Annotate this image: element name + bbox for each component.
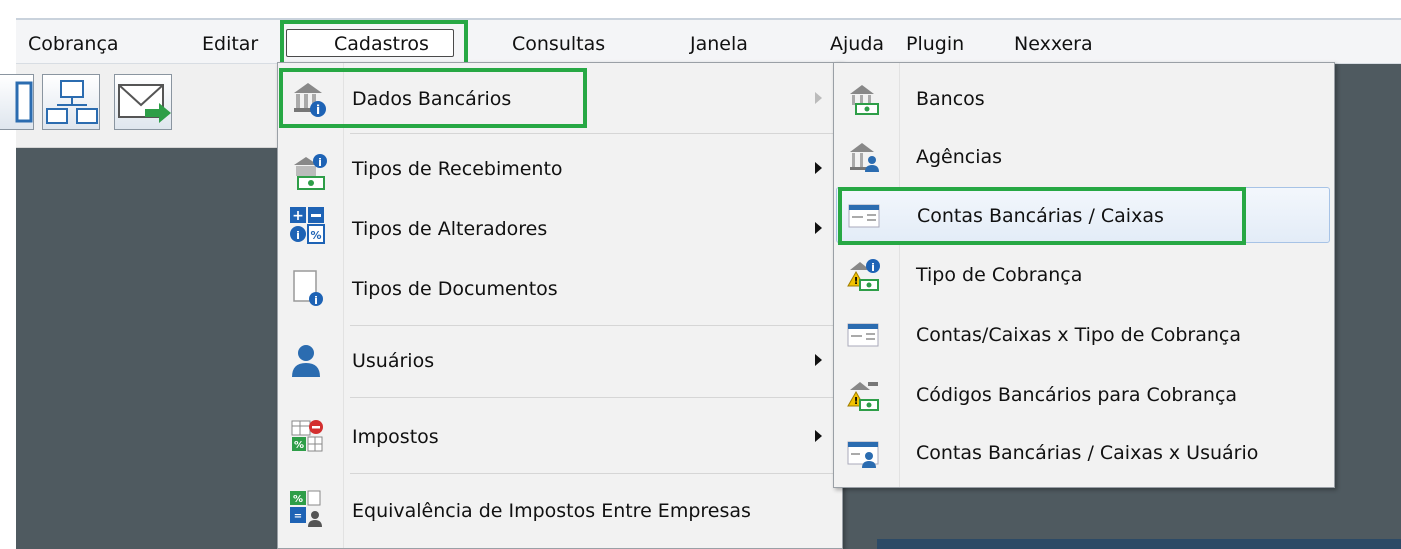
dados-bancarios-submenu: Bancos Agências Contas Bancárias / Caixa…	[833, 62, 1335, 488]
menu-item-tipos-alteradores[interactable]: + i% Tipos de Alteradores	[278, 199, 842, 259]
account-billing-icon	[846, 318, 880, 352]
svg-text:i: i	[316, 103, 320, 117]
svg-text:i: i	[318, 156, 322, 169]
submenu-item-agencias[interactable]: Agências	[836, 129, 1330, 185]
submenu-item-label: Agências	[916, 146, 1003, 168]
svg-text:!: !	[854, 396, 859, 407]
account-user-icon	[846, 436, 880, 470]
submenu-arrow-icon	[815, 222, 822, 234]
menu-item-usuarios[interactable]: Usuários	[278, 331, 842, 391]
cadastros-menu: i Dados Bancários i Tipos de Recebimento…	[277, 62, 843, 549]
network-icon[interactable]	[42, 74, 100, 130]
user-icon	[288, 341, 328, 381]
menu-item-label: Dados Bancários	[352, 88, 512, 110]
submenu-item-contas-tipo-cobranca[interactable]: Contas/Caixas x Tipo de Cobrança	[836, 307, 1330, 363]
menu-item-label: Impostos	[352, 426, 439, 448]
menu-item-label: Usuários	[352, 350, 435, 372]
menu-nexxera[interactable]: Nexxera	[1014, 30, 1093, 58]
menu-janela[interactable]: Janela	[690, 30, 748, 58]
menu-separator	[350, 473, 838, 474]
menu-bar: Cobrança Editar Cadastros Consultas Jane…	[16, 18, 1401, 64]
submenu-item-label: Tipo de Cobrança	[916, 264, 1083, 286]
menu-consultas[interactable]: Consultas	[512, 30, 605, 58]
menu-item-equivalencia-impostos[interactable]: % = Equivalência de Impostos Entre Empres…	[278, 481, 842, 541]
svg-text:+: +	[292, 208, 304, 224]
submenu-item-codigos-bancarios[interactable]: ! Códigos Bancários para Cobrança	[836, 367, 1330, 423]
svg-text:i: i	[314, 294, 318, 307]
submenu-arrow-icon	[815, 354, 822, 366]
menu-separator	[350, 325, 838, 326]
background-window-strip	[877, 539, 1401, 549]
submenu-item-label: Bancos	[916, 88, 985, 110]
svg-text:!: !	[854, 276, 859, 287]
receipt-type-icon: i	[288, 153, 328, 193]
submenu-item-contas-bancarias[interactable]: Contas Bancárias / Caixas	[836, 187, 1330, 243]
agency-icon	[846, 140, 880, 174]
submenu-arrow-icon	[815, 162, 822, 174]
tax-icon: %	[288, 417, 328, 457]
svg-text:%: %	[310, 229, 321, 242]
menu-item-label: Tipos de Documentos	[352, 278, 558, 300]
menu-cadastros[interactable]: Cadastros	[286, 29, 454, 57]
submenu-item-label: Contas Bancárias / Caixas x Usuário	[916, 442, 1259, 464]
menu-item-dados-bancarios[interactable]: i Dados Bancários	[278, 69, 842, 129]
submenu-arrow-icon	[815, 430, 822, 442]
menu-item-impostos[interactable]: % Impostos	[278, 407, 842, 467]
bank-info-icon: i	[288, 79, 328, 119]
submenu-item-bancos[interactable]: Bancos	[836, 71, 1330, 127]
menu-separator	[350, 397, 838, 398]
submenu-item-label: Contas Bancárias / Caixas	[917, 205, 1164, 227]
document-info-icon: i	[288, 269, 328, 309]
menu-item-label: Tipos de Recebimento	[352, 158, 563, 180]
svg-text:i: i	[871, 261, 875, 274]
submenu-arrow-icon	[815, 92, 822, 104]
menu-cobranca[interactable]: Cobrança	[28, 30, 119, 58]
menu-item-label: Tipos de Alteradores	[352, 218, 548, 240]
svg-text:=: =	[294, 511, 302, 522]
billing-type-icon: ! i	[846, 258, 880, 292]
submenu-item-tipo-cobranca[interactable]: ! i Tipo de Cobrança	[836, 247, 1330, 303]
bank-icon	[846, 82, 880, 116]
menu-plugin[interactable]: Plugin	[906, 30, 964, 58]
bank-account-icon	[847, 199, 881, 233]
top-strip	[0, 0, 1401, 18]
menu-item-tipos-recebimento[interactable]: i Tipos de Recebimento	[278, 139, 842, 199]
bank-codes-icon: !	[846, 378, 880, 412]
menu-separator	[350, 133, 838, 134]
menu-item-label: Equivalência de Impostos Entre Empresas	[352, 500, 751, 522]
mail-send-icon[interactable]	[114, 74, 172, 130]
toolbar	[0, 64, 278, 148]
menu-ajuda[interactable]: Ajuda	[830, 30, 884, 58]
svg-text:%: %	[294, 440, 304, 451]
submenu-item-contas-usuario[interactable]: Contas Bancárias / Caixas x Usuário	[836, 425, 1330, 481]
submenu-item-label: Contas/Caixas x Tipo de Cobrança	[916, 324, 1241, 346]
tax-equivalence-icon: % =	[288, 489, 328, 529]
menu-item-tipos-documentos[interactable]: i Tipos de Documentos	[278, 259, 842, 319]
menu-editar[interactable]: Editar	[202, 30, 258, 58]
svg-text:%: %	[293, 494, 303, 505]
window-icon[interactable]	[0, 74, 34, 130]
svg-text:i: i	[296, 229, 300, 242]
submenu-item-label: Códigos Bancários para Cobrança	[916, 384, 1238, 406]
plus-minus-percent-icon: + i%	[288, 205, 328, 245]
